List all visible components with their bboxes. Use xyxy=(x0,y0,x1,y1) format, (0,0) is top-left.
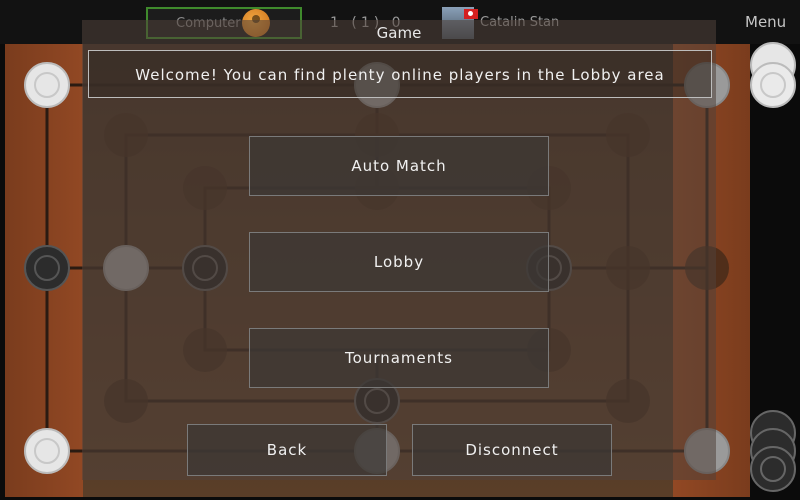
white-piece[interactable] xyxy=(24,428,70,474)
disconnect-button[interactable]: Disconnect xyxy=(412,424,612,476)
lobby-button[interactable]: Lobby xyxy=(249,232,549,292)
dialog-title: Game xyxy=(376,24,422,42)
black-piece[interactable] xyxy=(24,245,70,291)
captured-white-piece xyxy=(750,62,796,108)
welcome-message: Welcome! You can find plenty online play… xyxy=(88,50,712,98)
captured-black-piece xyxy=(750,446,796,492)
white-piece[interactable] xyxy=(24,62,70,108)
auto-match-button[interactable]: Auto Match xyxy=(249,136,549,196)
game-dialog: Game Welcome! You can find plenty online… xyxy=(82,20,716,480)
back-button[interactable]: Back xyxy=(187,424,387,476)
tournaments-button[interactable]: Tournaments xyxy=(249,328,549,388)
welcome-text: Welcome! You can find plenty online play… xyxy=(135,66,665,84)
